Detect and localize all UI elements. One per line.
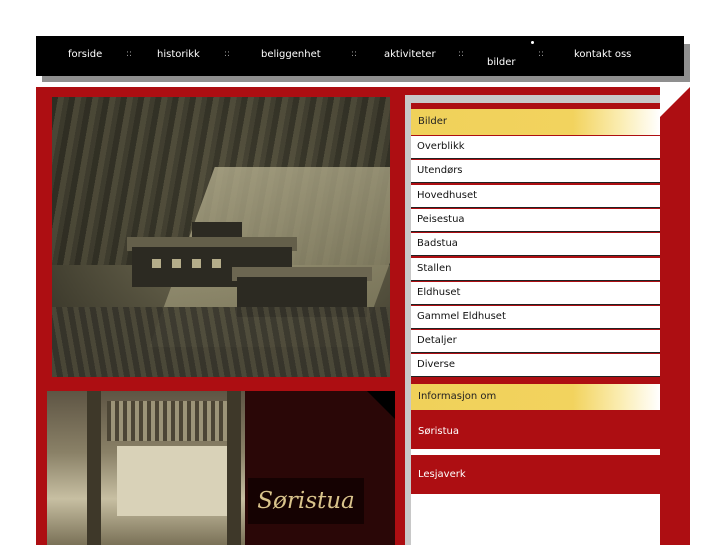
sidebar-top-bar xyxy=(405,95,660,103)
top-navigation: forside :: historikk :: beliggenhet :: a… xyxy=(36,36,684,76)
nav-separator: :: xyxy=(224,49,231,59)
nav-separator: :: xyxy=(538,49,545,59)
sidebar-item-badstua[interactable]: Badstua xyxy=(411,233,660,256)
nav-link-forside[interactable]: forside xyxy=(68,49,102,60)
sidebar-divider xyxy=(411,449,660,455)
sidebar-item-detaljer[interactable]: Detaljer xyxy=(411,330,660,353)
nav-separator: :: xyxy=(351,49,358,59)
sidebar-item-peisestua[interactable]: Peisestua xyxy=(411,209,660,232)
sidebar-item-diverse[interactable]: Diverse xyxy=(411,354,660,377)
nav-link-beliggenhet[interactable]: beliggenhet xyxy=(261,49,321,60)
sidebar-item-utendors[interactable]: Utendørs xyxy=(411,160,660,183)
sidebar-header-bilder: Bilder xyxy=(411,109,660,135)
active-indicator-dot xyxy=(531,41,534,44)
nav-link-kontakt[interactable]: kontakt oss xyxy=(574,49,631,60)
nav-link-historikk[interactable]: historikk xyxy=(157,49,200,60)
sidebar-item-eldhuset[interactable]: Eldhuset xyxy=(411,282,660,305)
nav-separator: :: xyxy=(126,49,133,59)
sidebar-item-stallen[interactable]: Stallen xyxy=(411,258,660,281)
sidebar-item-overblikk[interactable]: Overblikk xyxy=(411,136,660,159)
nav-link-bilder[interactable]: bilder xyxy=(487,57,516,68)
sidebar-header-informasjon: Informasjon om xyxy=(411,384,660,410)
sidebar-item-hovedhuset[interactable]: Hovedhuset xyxy=(411,185,660,208)
sidebar-link-lesjaverk[interactable]: Lesjaverk xyxy=(411,458,660,492)
nav-separator: :: xyxy=(458,49,465,59)
sidebar-empty-panel xyxy=(411,494,660,545)
sidebar-link-soristua[interactable]: Søristua xyxy=(411,415,660,449)
soristua-caption: Søristua xyxy=(248,478,364,524)
sidebar-item-gammel-eldhuset[interactable]: Gammel Eldhuset xyxy=(411,306,660,329)
corner-fold xyxy=(660,87,690,117)
aerial-farm-photo xyxy=(52,97,390,377)
nav-link-aktiviteter[interactable]: aktiviteter xyxy=(384,49,436,60)
